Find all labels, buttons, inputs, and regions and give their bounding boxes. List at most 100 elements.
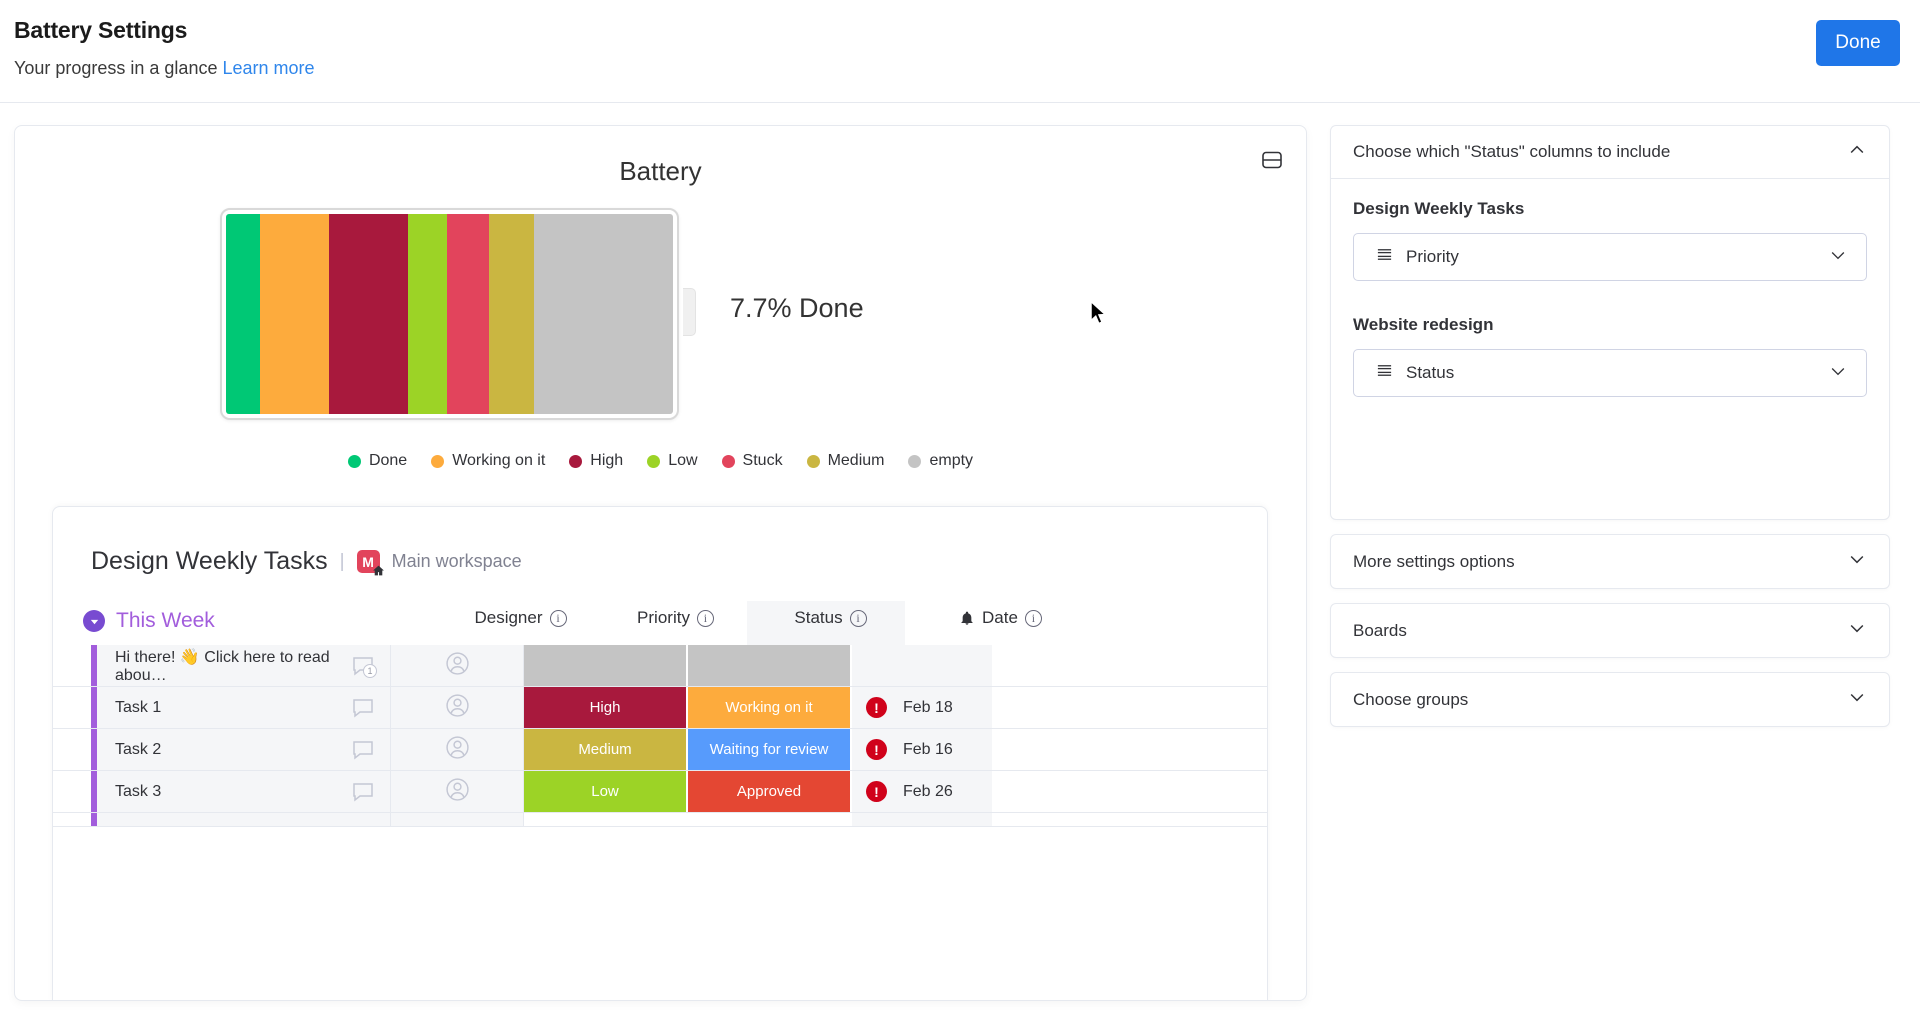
battery-segment-empty: [533, 214, 673, 414]
avatar-placeholder-icon: [445, 735, 470, 765]
item-name-text: Hi there! 👋 Click here to read abou…: [115, 648, 330, 684]
status-column-select-website-redesign[interactable]: Status: [1353, 349, 1867, 397]
column-header-priority[interactable]: Priority i: [598, 608, 753, 628]
legend-dot-empty: [908, 454, 922, 468]
select-value-group: Status: [1376, 362, 1454, 384]
chevron-down-icon: [83, 610, 105, 632]
page-title: Battery Settings: [14, 17, 188, 43]
column-header-date[interactable]: Date i: [913, 608, 1088, 628]
status-column-icon: [1376, 246, 1393, 268]
cell-priority[interactable]: [524, 645, 688, 686]
cell-designer[interactable]: [391, 729, 524, 770]
legend-item-medium: Medium: [806, 452, 884, 470]
cell-designer[interactable]: [391, 771, 524, 812]
chevron-down-icon[interactable]: [1847, 549, 1867, 574]
alert-icon: !: [866, 697, 887, 718]
cell-date[interactable]: ! Feb 16: [852, 729, 992, 770]
table-row[interactable]: Task 3 Low Approved ! Feb 26: [53, 771, 1267, 813]
table-row[interactable]: Hi there! 👋 Click here to read abou… 1: [53, 645, 1267, 687]
chevron-down-icon[interactable]: [1847, 687, 1867, 712]
board-separator: |: [339, 550, 345, 572]
learn-more-link[interactable]: Learn more: [222, 58, 314, 78]
info-icon[interactable]: i: [1024, 609, 1042, 627]
chevron-up-icon[interactable]: [1847, 140, 1867, 165]
column-header-status[interactable]: Status i: [753, 608, 908, 628]
done-button[interactable]: Done: [1816, 20, 1900, 66]
cell-designer[interactable]: [391, 687, 524, 728]
info-icon[interactable]: i: [696, 609, 714, 627]
legend-item-working-on-it: Working on it: [431, 452, 545, 470]
cell-status[interactable]: Working on it: [688, 687, 852, 728]
legend-dot-stuck: [721, 454, 735, 468]
accordion-header-choose-groups[interactable]: Choose groups: [1331, 673, 1889, 726]
accordion-title-boards: Boards: [1353, 620, 1407, 640]
legend-item-low: Low: [647, 452, 698, 470]
cell-priority[interactable]: [524, 813, 688, 826]
cell-priority[interactable]: Low: [524, 771, 688, 812]
accordion-more-settings: More settings options: [1330, 534, 1890, 589]
cell-designer[interactable]: [391, 813, 524, 826]
comment-icon[interactable]: 1: [350, 654, 377, 678]
select-value-group: Priority: [1376, 246, 1459, 268]
cell-designer[interactable]: [391, 645, 524, 686]
priority-label: High: [589, 699, 621, 716]
column-header-designer[interactable]: Designer i: [443, 608, 598, 628]
settings-panel: Choose which "Status" columns to include…: [1330, 125, 1890, 741]
chevron-down-icon[interactable]: [1828, 245, 1848, 270]
cell-item-name[interactable]: Hi there! 👋 Click here to read abou… 1: [97, 645, 391, 686]
cell-item-name[interactable]: [97, 813, 391, 826]
cell-priority[interactable]: Medium: [524, 729, 688, 770]
cell-item-name[interactable]: Task 3: [97, 771, 391, 812]
cell-item-name[interactable]: Task 2: [97, 729, 391, 770]
board-name: Design Weekly Tasks: [91, 547, 328, 575]
date-text: Feb 26: [903, 782, 953, 800]
cell-status[interactable]: [688, 645, 852, 686]
priority-label: Medium: [578, 741, 632, 758]
cell-status[interactable]: [688, 813, 852, 826]
battery-body: [220, 208, 679, 420]
comment-icon[interactable]: [350, 780, 376, 804]
accordion-boards: Boards: [1330, 603, 1890, 658]
legend-label-working-on-it: Working on it: [452, 452, 546, 469]
page-header: Battery Settings Your progress in a glan…: [0, 0, 1920, 103]
legend-dot-working-on-it: [431, 454, 445, 468]
group-toggle-this-week[interactable]: This Week: [83, 609, 215, 633]
cell-date[interactable]: [852, 645, 992, 686]
accordion-header-boards[interactable]: Boards: [1331, 604, 1889, 657]
cell-status[interactable]: Waiting for review: [688, 729, 852, 770]
collapse-widget-icon[interactable]: [1260, 148, 1284, 172]
battery-percent-label: 7.7% Done: [730, 293, 864, 323]
board-preview-card: Design Weekly Tasks | M Main workspace T…: [52, 506, 1268, 1000]
comment-icon[interactable]: [350, 696, 376, 720]
chevron-down-icon[interactable]: [1847, 618, 1867, 643]
accordion-header-more-settings[interactable]: More settings options: [1331, 535, 1889, 588]
legend-label-stuck: Stuck: [742, 452, 783, 469]
bell-icon: [959, 610, 975, 626]
legend-dot-done: [347, 454, 361, 468]
status-column-icon: [1376, 362, 1393, 384]
status-column-select-design-weekly-tasks[interactable]: Priority: [1353, 233, 1867, 281]
table-row[interactable]: [53, 813, 1267, 827]
cell-item-name[interactable]: Task 1: [97, 687, 391, 728]
workspace-avatar: M: [356, 550, 384, 576]
accordion-header-status-columns[interactable]: Choose which "Status" columns to include: [1331, 126, 1889, 179]
comment-icon[interactable]: [350, 738, 376, 762]
home-icon: [372, 564, 385, 577]
column-header-designer-label: Designer: [474, 608, 543, 627]
info-icon[interactable]: i: [849, 609, 867, 627]
table-row[interactable]: Task 1 High Working on it ! Feb 18: [53, 687, 1267, 729]
table-row[interactable]: Task 2 Medium Waiting for review ! Feb 1…: [53, 729, 1267, 771]
legend-dot-high: [569, 454, 583, 468]
board-header: Design Weekly Tasks | M Main workspace: [91, 547, 522, 576]
cell-date[interactable]: ! Feb 18: [852, 687, 992, 728]
chevron-down-icon[interactable]: [1828, 361, 1848, 386]
cell-date[interactable]: [852, 813, 992, 826]
status-label: Working on it: [725, 699, 813, 716]
item-name-text: Task 1: [115, 698, 162, 716]
cell-priority[interactable]: High: [524, 687, 688, 728]
workspace-label: Main workspace: [391, 551, 522, 571]
cell-date[interactable]: ! Feb 26: [852, 771, 992, 812]
cell-status[interactable]: Approved: [688, 771, 852, 812]
info-icon[interactable]: i: [549, 609, 567, 627]
widget-title: Battery: [619, 156, 702, 186]
